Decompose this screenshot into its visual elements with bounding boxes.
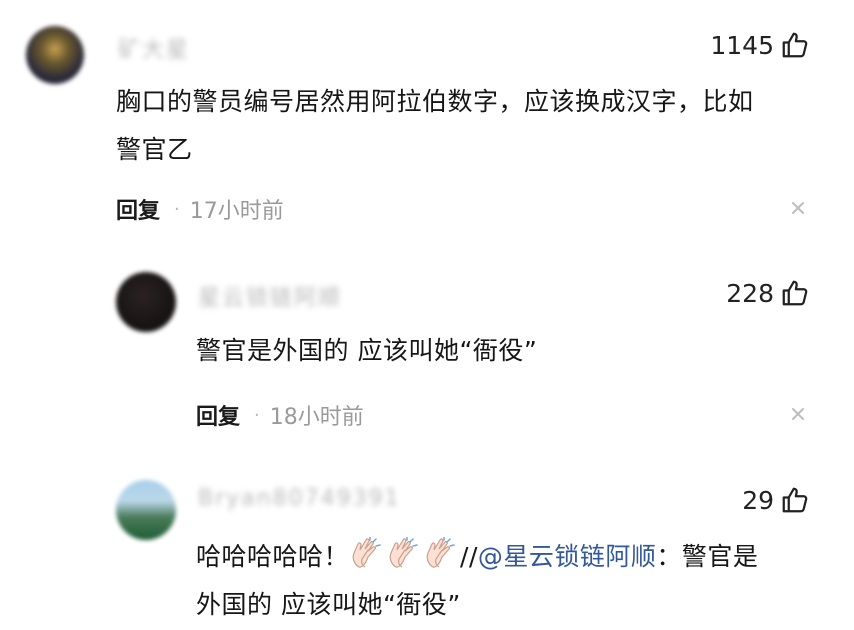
avatar[interactable] — [116, 272, 176, 332]
reply-button[interactable]: 回复 — [196, 399, 240, 431]
username[interactable]: Bryan80749391 — [198, 486, 401, 511]
comment-text-line: 警官乙 — [116, 135, 193, 164]
comment-text: 胸口的警员编号居然用阿拉伯数字，应该换成汉字，比如 警官乙 — [116, 78, 826, 174]
like-button[interactable]: 1145 — [710, 30, 810, 60]
like-count: 228 — [726, 278, 774, 308]
thumbs-up-icon — [782, 487, 808, 513]
close-icon[interactable] — [790, 200, 806, 216]
like-count: 29 — [742, 485, 774, 515]
separator-dot: · — [174, 198, 180, 220]
like-count: 1145 — [710, 30, 774, 60]
clapping-hands-emoji — [426, 537, 455, 568]
text-segment: ：警官是 — [656, 542, 759, 571]
thumbs-up-icon — [782, 280, 808, 306]
like-button[interactable]: 29 — [742, 485, 810, 515]
comment-text-line: 胸口的警员编号居然用阿拉伯数字，应该换成汉字，比如 — [116, 87, 754, 116]
comment-meta: 回复 · 18小时前 — [196, 399, 364, 431]
username[interactable]: 星云锁链阿顺 — [198, 280, 342, 312]
comment-text: 警官是外国的 应该叫她“衙役” — [196, 336, 538, 365]
text-segment: // — [460, 542, 478, 571]
reply-button[interactable]: 回复 — [116, 193, 160, 225]
timestamp: 17小时前 — [189, 199, 284, 224]
thumbs-up-icon — [782, 32, 808, 58]
comment-text-line: 哈哈哈哈哈！ //@星云锁链阿顺：警官是 — [196, 533, 816, 581]
clapping-hands-emoji — [389, 537, 418, 568]
mention-link[interactable]: @星云锁链阿顺 — [478, 542, 657, 571]
comment-text: 哈哈哈哈哈！ //@星云锁链阿顺：警官是 外国的 应该叫她“衙役” — [196, 533, 816, 629]
separator-dot: · — [254, 404, 260, 426]
comment-meta: 回复 · 17小时前 — [116, 193, 284, 225]
text-segment: 哈哈哈哈哈！ — [196, 542, 350, 571]
username[interactable]: 矿大星 — [118, 32, 190, 64]
like-button[interactable]: 228 — [726, 278, 810, 308]
clapping-hands-emoji — [352, 537, 381, 568]
avatar[interactable] — [26, 26, 84, 84]
comment-text-line: 外国的 应该叫她“衙役” — [196, 590, 461, 619]
close-icon[interactable] — [790, 406, 806, 422]
avatar[interactable] — [116, 480, 176, 540]
timestamp: 18小时前 — [269, 405, 364, 430]
